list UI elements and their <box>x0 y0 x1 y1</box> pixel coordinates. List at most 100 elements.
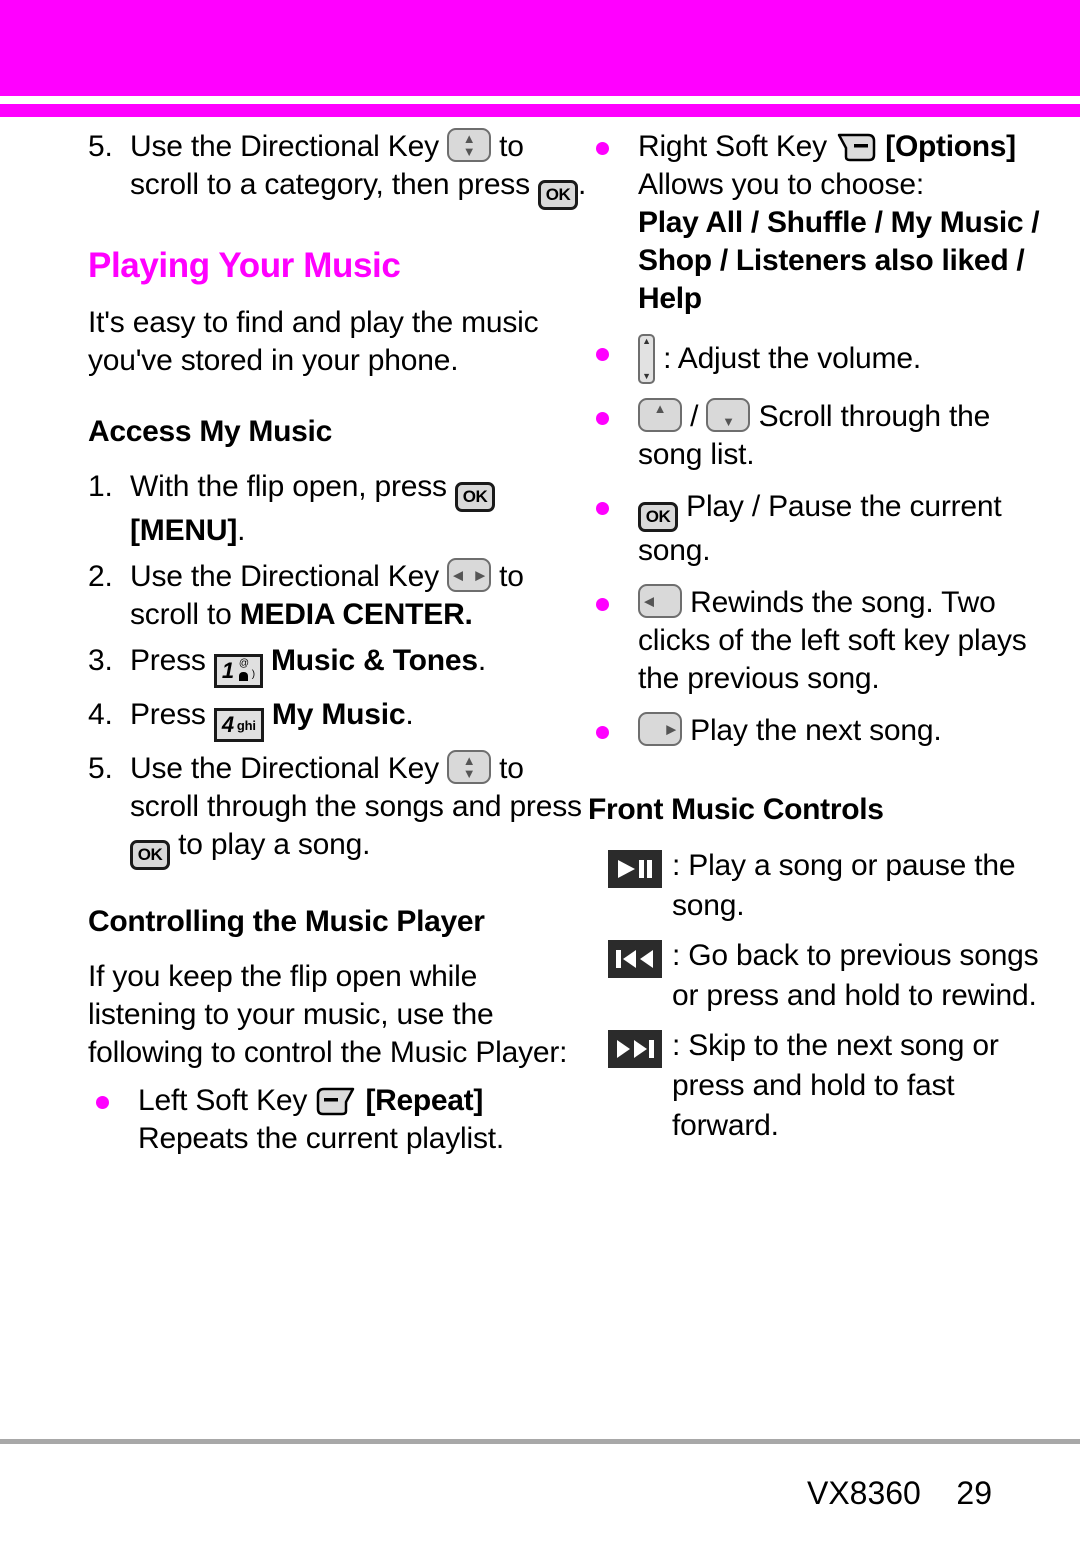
bullet-dot <box>596 348 609 361</box>
next-track-glyph <box>617 1040 654 1058</box>
bullet-right-soft-key: Right Soft Key [Options] Allows you to c… <box>588 128 1058 318</box>
access-step-5: 5. Use the Directional Key ▲ ▼ to scroll… <box>88 750 588 870</box>
step-text-c: . <box>477 644 487 677</box>
step-number: 4. <box>88 698 113 731</box>
key-separator: / <box>690 400 699 433</box>
previous-track-glyph <box>616 950 653 968</box>
footer-model-and-page: VX8360 29 <box>806 1475 992 1511</box>
voicemail-glyph: @ ) <box>237 658 255 682</box>
chevron-up-glyph: ▲ <box>642 336 651 346</box>
previous-track-button-icon <box>608 940 662 978</box>
footer-divider-rule <box>0 1439 1080 1444</box>
play-pause-button-icon <box>608 850 662 888</box>
bullet-left-soft-key: Left Soft Key [Repeat] Repeats the curre… <box>88 1082 588 1158</box>
options-line-2: Shop / Listeners also liked / <box>638 244 1025 277</box>
bullet-dot <box>596 412 609 425</box>
next-song-description: Play the next song. <box>690 714 942 747</box>
step-number: 5. <box>88 752 113 785</box>
directional-key-up-icon: ▲ <box>638 398 682 432</box>
chevron-down-glyph: ▼ <box>462 766 476 781</box>
step-bold-my-music: My Music <box>271 698 406 731</box>
front-control-next: : Skip to the next song or press and hol… <box>588 1026 1058 1146</box>
access-step-1: 1. With the flip open, press OK [MENU]. <box>88 468 588 550</box>
continued-step-5: 5. Use the Directional Key ▲ ▼ to scroll… <box>88 128 588 210</box>
step-bold-menu: [MENU] <box>130 514 238 547</box>
right-column-bullet-list: Right Soft Key [Options] Allows you to c… <box>588 128 1058 750</box>
front-control-previous: : Go back to previous songs or press and… <box>588 936 1058 1016</box>
at-symbol-glyph: @ <box>238 658 249 669</box>
play-pause-glyph <box>618 860 652 878</box>
right-soft-key-description: Allows you to choose: <box>638 168 924 201</box>
subheading-front-music-controls: Front Music Controls <box>588 793 884 826</box>
step-bold-music-and-tones: Music & Tones <box>271 644 478 677</box>
options-line-3: Help <box>638 282 702 315</box>
front-control-play-pause: : Play a song or pause the song. <box>588 846 1058 926</box>
chevron-left-glyph: ◀ <box>453 567 463 583</box>
chevron-right-glyph: ▶ <box>666 721 676 737</box>
page-body: 5. Use the Directional Key ▲ ▼ to scroll… <box>0 128 1080 1170</box>
front-control-play-pause-text: : Play a song or pause the song. <box>672 849 1016 922</box>
step-number: 2. <box>88 560 113 593</box>
access-step-4: 4. Press 4 ghi My Music. <box>88 696 588 742</box>
access-step-3: 3. Press 1 @ ) Music & Tones. <box>88 642 588 688</box>
chevron-down-glyph: ▼ <box>462 144 476 159</box>
directional-key-down-icon: ▼ <box>706 398 751 432</box>
left-soft-key-bracket-label: [Repeat] <box>365 1084 484 1117</box>
voicemail-body-glyph <box>238 672 248 681</box>
ok-key-icon: OK <box>538 180 579 210</box>
step-text-c: to play a song. <box>178 828 371 861</box>
step-text-a: Use the Directional Key <box>130 560 439 593</box>
key-digit: 1 <box>221 658 234 683</box>
subheading-controlling-the-music-player: Controlling the Music Player <box>88 905 485 938</box>
left-soft-key-bullet-list: Left Soft Key [Repeat] Repeats the curre… <box>88 1082 588 1158</box>
next-track-button-icon <box>608 1030 662 1068</box>
directional-key-leftright-icon: ◀ ▶ <box>447 558 492 592</box>
header-color-band <box>0 0 1080 96</box>
chevron-down-glyph: ▼ <box>642 371 651 381</box>
bullet-rewind: ◀ Rewinds the song. Two clicks of the le… <box>588 584 1058 698</box>
volume-description: : Adjust the volume. <box>663 342 921 375</box>
bullet-dot <box>96 1096 109 1109</box>
step-number: 5. <box>88 130 113 163</box>
front-control-next-text: : Skip to the next song or press and hol… <box>672 1029 999 1142</box>
controlling-intro-paragraph: If you keep the flip open while listenin… <box>88 960 568 1069</box>
step-text-a: Use the Directional Key <box>130 130 439 163</box>
chevron-up-glyph: ▲ <box>653 401 667 416</box>
right-soft-key-icon <box>835 131 877 163</box>
options-line-1: Play All / Shuffle / My Music / <box>638 206 1040 239</box>
left-soft-key-description: Repeats the current playlist. <box>138 1122 505 1155</box>
rewind-description: Rewinds the song. Two clicks of the left… <box>638 586 1027 695</box>
volume-side-key-icon: ▲ ▼ <box>638 334 655 384</box>
step-number: 1. <box>88 470 113 503</box>
directional-key-updown-icon: ▲ ▼ <box>447 128 492 162</box>
front-music-controls-list: : Play a song or pause the song. : Go ba… <box>588 846 1058 1146</box>
step-bold-media-center: MEDIA CENTER. <box>239 598 473 631</box>
chevron-right-glyph: ▶ <box>475 567 486 583</box>
ok-key-icon: OK <box>638 502 678 532</box>
key-letters: ghi <box>236 717 256 733</box>
bullet-play-pause: OK Play / Pause the current song. <box>588 488 1058 570</box>
step-text-c: . <box>405 698 414 731</box>
step-text-a: With the flip open, press <box>130 470 447 503</box>
chevron-down-glyph: ▼ <box>722 414 735 429</box>
subheading-access-my-music: Access My Music <box>88 415 332 448</box>
step-text-a: Press <box>130 698 206 731</box>
step-text-c: . <box>578 168 587 201</box>
header-accent-stripe <box>0 104 1080 117</box>
bullet-volume: ▲ ▼ : Adjust the volume. <box>588 334 1058 384</box>
key-digit: 4 <box>221 712 234 737</box>
bullet-dot <box>596 726 609 739</box>
bullet-dot <box>596 502 609 515</box>
intro-paragraph: It's easy to find and play the music you… <box>88 306 539 377</box>
play-pause-description: Play / Pause the current song. <box>638 490 1002 567</box>
directional-key-right-icon: ▶ <box>638 712 682 746</box>
left-column: 5. Use the Directional Key ▲ ▼ to scroll… <box>88 128 588 1170</box>
bullet-scroll-song-list: ▲ / ▼ Scroll through the song list. <box>588 398 1058 474</box>
ok-key-icon: OK <box>130 840 170 870</box>
left-soft-key-shape <box>317 1087 355 1116</box>
chevron-left-glyph: ◀ <box>644 593 654 609</box>
key-1-voicemail-icon: 1 @ ) <box>213 654 263 688</box>
bullet-next-song: ▶ Play the next song. <box>588 712 1058 750</box>
bullet-dot <box>596 598 609 611</box>
key-4-ghi-icon: 4 ghi <box>213 708 264 742</box>
